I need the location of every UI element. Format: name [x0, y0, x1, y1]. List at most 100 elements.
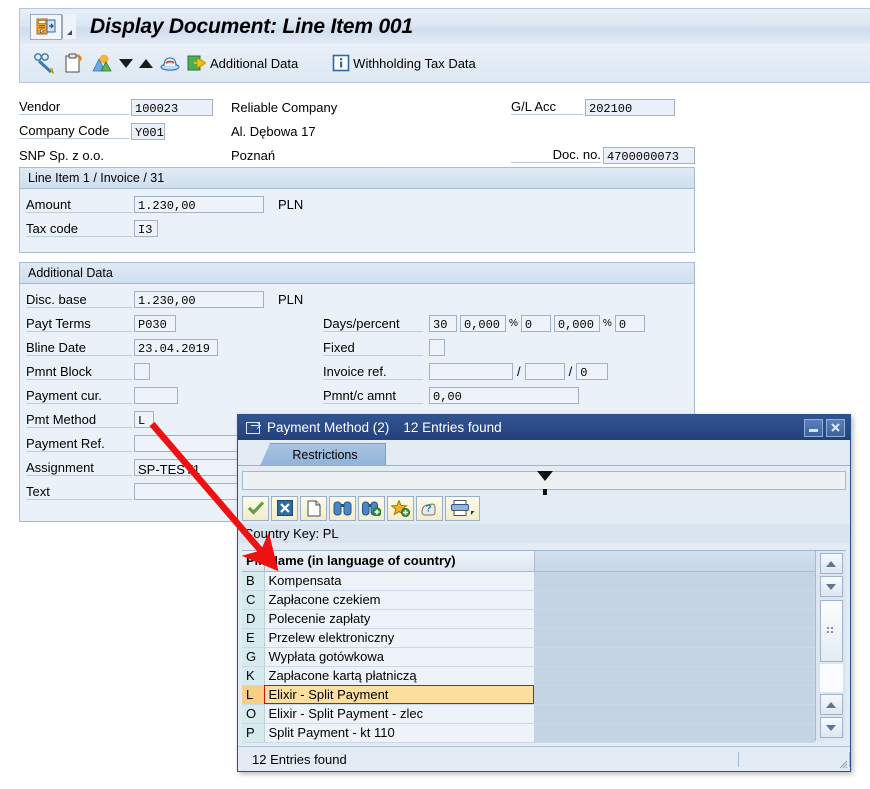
withholding-tax-data-button[interactable]: Withholding Tax Data — [329, 48, 479, 78]
table-row[interactable]: K Zapłacone kartą płatniczą — [242, 666, 815, 686]
accept-check-icon[interactable] — [242, 495, 269, 521]
other-document-icon[interactable] — [60, 48, 88, 78]
tax-code-label: Tax code — [26, 221, 132, 237]
dialog-minimize-button[interactable] — [804, 418, 823, 437]
restrictions-filter-bar[interactable] — [242, 471, 846, 495]
invoice-ref-2-field[interactable] — [524, 363, 565, 380]
invoice-ref-3-field[interactable]: 0 — [576, 363, 609, 380]
page-up-button[interactable] — [819, 694, 843, 715]
new-entry-icon[interactable] — [300, 495, 327, 521]
table-row[interactable]: C Zapłacone czekiem — [242, 590, 815, 610]
vendor-field[interactable]: 100023 — [131, 98, 213, 116]
sort-ascending-icon — [253, 552, 262, 558]
disc-base-field[interactable]: 1.230,00 — [134, 291, 264, 308]
table-row[interactable]: P Split Payment - kt 110 — [242, 723, 815, 743]
payment-cur-field[interactable] — [134, 387, 178, 404]
cell-name[interactable]: Split Payment - kt 110 — [264, 723, 534, 743]
display-glasses-pencil-icon[interactable] — [30, 48, 60, 78]
cell-name[interactable]: Kompensata — [264, 571, 534, 591]
cell-pm[interactable]: G — [242, 647, 265, 667]
cell-pm[interactable]: P — [242, 723, 265, 743]
payment-cur-label: Payment cur. — [26, 388, 132, 404]
dialog-window-icon — [246, 421, 260, 434]
find-icon[interactable] — [329, 495, 356, 521]
sap-application-window: Display Document: Line Item 001 Addition… — [0, 0, 870, 789]
table-row[interactable]: O Elixir - Split Payment - zlec — [242, 704, 815, 724]
scroll-down-button[interactable] — [819, 576, 843, 597]
gl-acc-label: G/L Acc — [511, 99, 583, 115]
cell-pm[interactable]: K — [242, 666, 265, 686]
gl-acc-field[interactable]: 202100 — [585, 98, 675, 116]
percent-sign-1: % — [509, 318, 518, 329]
pmnt-c-amnt-field[interactable]: 0,00 — [429, 387, 579, 404]
window-menu-dropdown[interactable] — [62, 15, 76, 39]
tab-restrictions[interactable]: Restrictions — [260, 443, 386, 466]
resize-grip-icon[interactable] — [836, 757, 848, 769]
days-1-field[interactable]: 30 — [429, 315, 457, 332]
column-header-pm[interactable]: PM — [242, 551, 266, 572]
pmnt-block-field[interactable] — [134, 363, 150, 380]
percent-1-field[interactable]: 0,000 — [460, 315, 506, 332]
cell-name[interactable]: Zapłacone czekiem — [264, 590, 534, 610]
status-separator-2 — [849, 751, 850, 767]
line-item-group: Line Item 1 / Invoice / 31 Amount 1.230,… — [19, 167, 695, 253]
help-icon[interactable]: ? — [416, 495, 443, 521]
display-overview-icon[interactable] — [88, 48, 116, 78]
column-header-name[interactable]: Name (in language of country) — [264, 551, 535, 572]
cell-pm[interactable]: L — [242, 685, 265, 705]
vendor-label: Vendor — [19, 99, 129, 115]
column-header-empty[interactable] — [534, 551, 815, 572]
days-3-field[interactable]: 0 — [614, 315, 645, 332]
additional-data-group-title: Additional Data — [20, 263, 694, 284]
invoice-ref-1-field[interactable] — [429, 363, 513, 380]
cell-name[interactable]: Elixir - Split Payment — [264, 685, 534, 705]
previous-item-icon[interactable] — [136, 48, 156, 78]
cell-name[interactable]: Elixir - Split Payment - zlec — [264, 704, 534, 724]
scrollbar-track[interactable] — [819, 664, 843, 692]
cell-name[interactable]: Przelew elektroniczny — [264, 628, 534, 648]
next-item-icon[interactable] — [116, 48, 136, 78]
cell-pm[interactable]: E — [242, 628, 265, 648]
pmt-method-field[interactable]: L — [134, 411, 154, 428]
cell-name[interactable]: Zapłacone kartą płatniczą — [264, 666, 534, 686]
table-row[interactable]: D Polecenie zapłaty — [242, 609, 815, 629]
additional-data-button[interactable]: Additional Data — [184, 48, 301, 78]
scroll-up-button[interactable] — [819, 553, 843, 574]
add-favorite-icon[interactable] — [387, 495, 414, 521]
find-next-icon[interactable] — [358, 495, 385, 521]
close-icon[interactable] — [826, 418, 845, 437]
scrollbar-thumb[interactable] — [819, 600, 843, 662]
print-icon[interactable] — [445, 495, 480, 521]
amount-field[interactable]: 1.230,00 — [134, 196, 264, 213]
table-row[interactable]: L Elixir - Split Payment — [242, 685, 815, 705]
table-row[interactable]: G Wypłata gotówkowa — [242, 647, 815, 667]
dialog-tabstrip: Restrictions — [238, 440, 850, 466]
text-label: Text — [26, 484, 132, 500]
cell-name[interactable]: Polecenie zapłaty — [264, 609, 534, 629]
dialog-status-bar: 12 Entries found — [238, 746, 850, 771]
pmnt-block-label: Pmnt Block — [26, 364, 132, 380]
grid-vertical-scrollbar[interactable] — [815, 551, 846, 741]
table-row[interactable]: B Kompensata — [242, 571, 815, 591]
cell-pm[interactable]: C — [242, 590, 265, 610]
pmt-method-label: Pmt Method — [26, 412, 132, 428]
cancel-x-icon[interactable] — [271, 495, 298, 521]
fixed-field[interactable] — [429, 339, 445, 356]
cell-pm[interactable]: D — [242, 609, 265, 629]
table-row[interactable]: E Przelew elektroniczny — [242, 628, 815, 648]
company-code-field[interactable]: Y001 — [131, 122, 165, 140]
page-down-button[interactable] — [819, 717, 843, 738]
display-document-header-icon[interactable] — [156, 48, 184, 78]
tax-code-field[interactable]: I3 — [134, 220, 158, 237]
days-percent-label: Days/percent — [323, 316, 423, 332]
doc-no-field[interactable]: 4700000073 — [603, 146, 695, 164]
cell-filler — [534, 647, 815, 667]
cell-pm[interactable]: B — [242, 571, 265, 591]
company-code-label: Company Code — [19, 123, 129, 139]
payt-terms-field[interactable]: P030 — [134, 315, 176, 332]
cell-name[interactable]: Wypłata gotówkowa — [264, 647, 534, 667]
days-2-field[interactable]: 0 — [520, 315, 551, 332]
bline-date-field[interactable]: 23.04.2019 — [134, 339, 218, 356]
percent-2-field[interactable]: 0,000 — [553, 315, 600, 332]
cell-pm[interactable]: O — [242, 704, 265, 724]
